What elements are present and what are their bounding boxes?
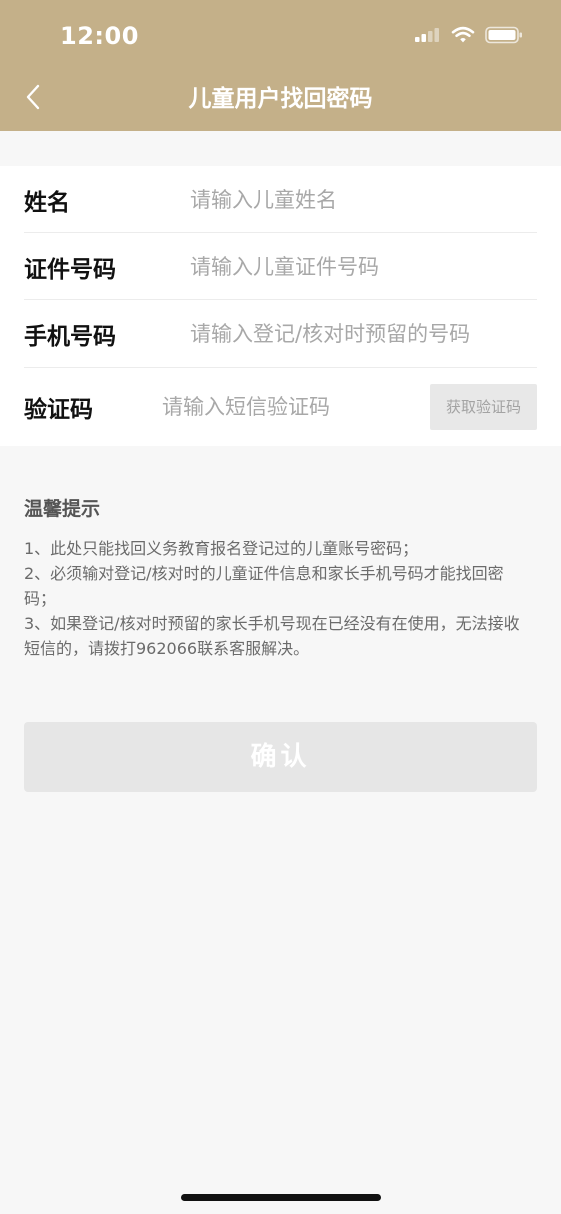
- phone-row: 手机号码: [24, 300, 537, 368]
- name-label: 姓名: [24, 189, 70, 216]
- confirm-button[interactable]: 确认: [24, 722, 537, 792]
- name-input[interactable]: [190, 179, 537, 220]
- page-title: 儿童用户找回密码: [188, 86, 373, 112]
- sms-code-input[interactable]: [162, 387, 430, 427]
- id-number-label: 证件号码: [24, 256, 116, 283]
- get-code-button[interactable]: 获取验证码: [430, 384, 537, 430]
- tips-title: 温馨提示: [24, 498, 101, 520]
- cellular-signal-icon: [415, 26, 441, 48]
- status-time: 12:00: [60, 22, 139, 50]
- tip-item: 3、如果登记/核对时预留的家长手机号现在已经没有在使用，无法接收短信的，请拨打9…: [24, 614, 520, 658]
- id-number-row: 证件号码: [24, 233, 537, 300]
- recovery-form: 姓名 证件号码 手机号码 验证码 获取验证码: [0, 166, 561, 446]
- tip-item: 1、此处只能找回义务教育报名登记过的儿童账号密码；: [24, 539, 419, 558]
- back-button[interactable]: [16, 80, 50, 118]
- tips-list: 1、此处只能找回义务教育报名登记过的儿童账号密码； 2、必须输对登记/核对时的儿…: [24, 536, 534, 661]
- code-row: 验证码 获取验证码: [24, 368, 537, 446]
- phone-label: 手机号码: [24, 324, 116, 350]
- tip-item: 2、必须输对登记/核对时的儿童证件信息和家长手机号码才能找回密码；: [24, 564, 504, 608]
- header: 12:00 儿童用户找回密码: [0, 0, 561, 131]
- wifi-icon: [451, 26, 475, 48]
- home-indicator[interactable]: [181, 1194, 381, 1201]
- status-icons: [415, 24, 523, 50]
- id-number-input[interactable]: [190, 246, 537, 287]
- name-row: 姓名: [24, 166, 537, 233]
- chevron-left-icon: [25, 84, 41, 114]
- phone-input[interactable]: [190, 314, 537, 354]
- battery-icon: [485, 26, 523, 48]
- code-label: 验证码: [24, 397, 93, 423]
